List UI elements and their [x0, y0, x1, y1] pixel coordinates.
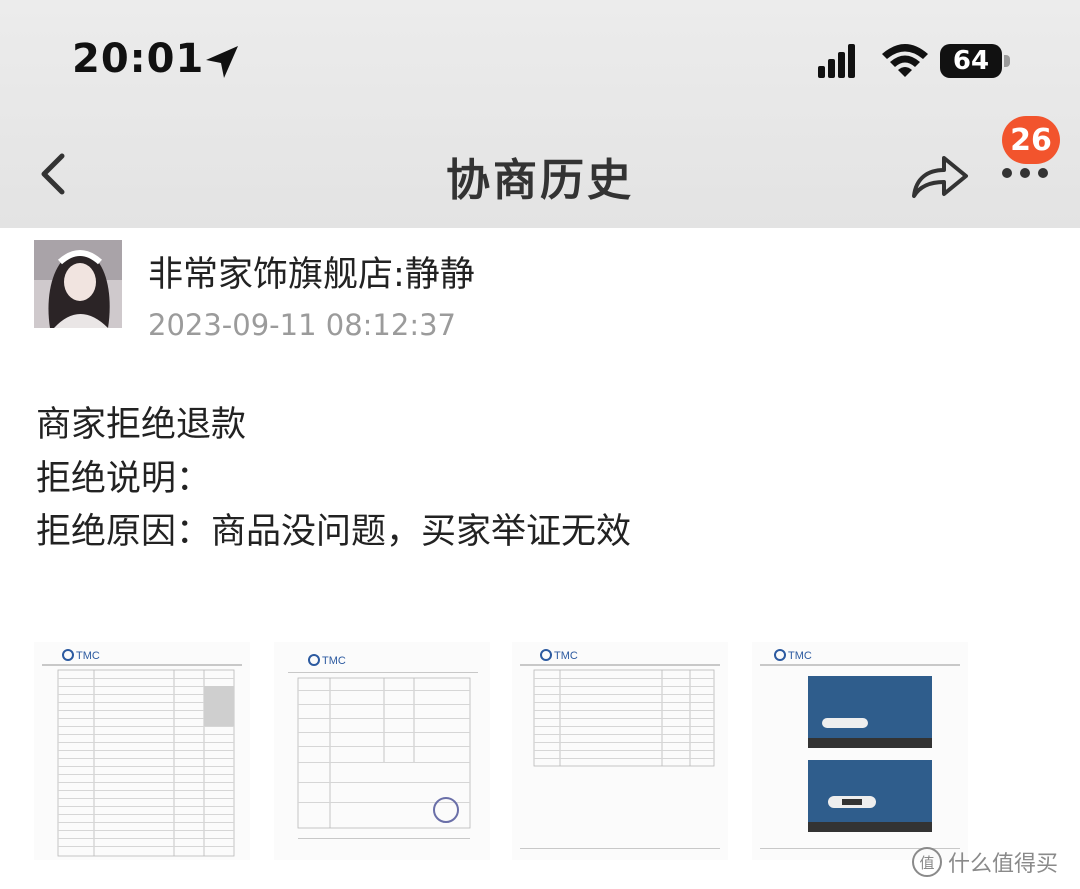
attachment-thumbnail[interactable]: TMC — [34, 642, 250, 860]
avatar[interactable] — [34, 240, 122, 328]
more-icon[interactable] — [998, 164, 1054, 184]
location-arrow-icon — [206, 46, 238, 78]
more-dot — [1038, 168, 1048, 178]
status-time: 20:01 — [72, 36, 205, 82]
message-line: 拒绝原因：商品没问题，买家举证无效 — [36, 512, 632, 552]
watermark-text: 什么值得买 — [948, 852, 1059, 877]
report-document-image: TMC — [274, 642, 490, 860]
cellular-signal-icon — [818, 44, 855, 78]
attachment-thumbnail[interactable]: TMC — [274, 642, 490, 860]
share-icon[interactable] — [908, 150, 970, 202]
logo-text: TMC — [788, 650, 812, 662]
logo-text: TMC — [322, 655, 346, 667]
avatar-image — [34, 240, 122, 328]
report-document-image: TMC — [512, 642, 728, 860]
top-bar: 20:01 64 协商历史 26 — [0, 0, 1080, 228]
report-photo-image: TMC — [752, 642, 968, 860]
logo-text: TMC — [76, 650, 100, 662]
battery-level: 64 — [940, 44, 1002, 78]
battery-tip — [1004, 55, 1010, 67]
battery-icon: 64 — [940, 44, 1012, 80]
message-timestamp: 2023-09-11 08:12:37 — [148, 308, 456, 342]
wifi-icon — [882, 44, 928, 77]
more-dot — [1002, 168, 1012, 178]
logo-text: TMC — [554, 650, 578, 662]
report-document-image: TMC — [34, 642, 250, 860]
message-line: 商家拒绝退款 — [36, 405, 247, 445]
more-dot — [1020, 168, 1030, 178]
attachment-thumbnail[interactable]: TMC — [512, 642, 728, 860]
attachment-thumbnail[interactable]: TMC — [752, 642, 968, 860]
sender-name[interactable]: 非常家饰旗舰店:静静 — [148, 246, 475, 297]
watermark: 值 什么值得买 — [912, 846, 1058, 878]
notification-badge: 26 — [1002, 116, 1060, 164]
watermark-icon: 值 — [912, 847, 942, 877]
message-line: 拒绝说明： — [36, 459, 212, 499]
